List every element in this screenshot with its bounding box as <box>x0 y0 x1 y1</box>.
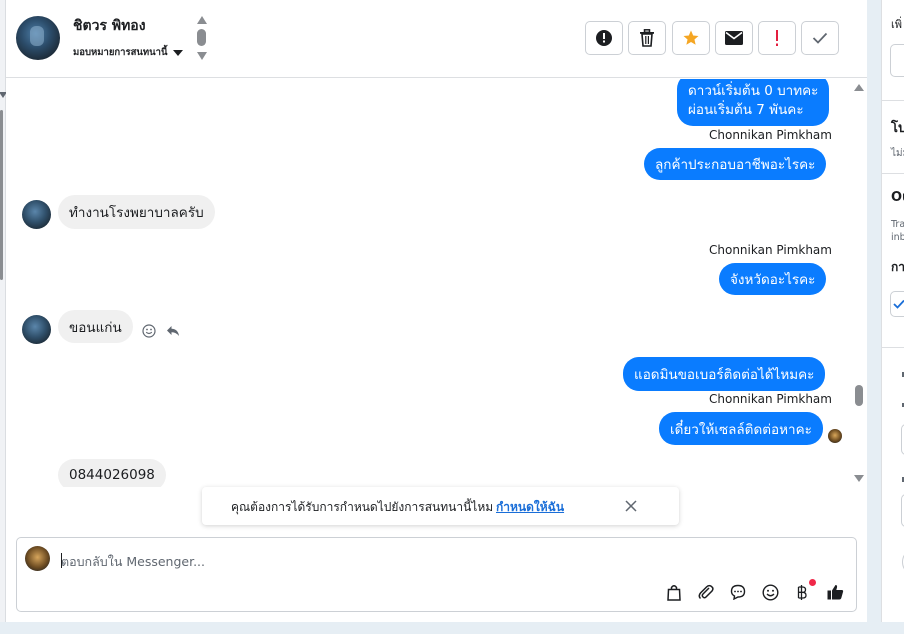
mark-unread-button[interactable] <box>715 21 753 55</box>
star-button[interactable] <box>672 21 710 55</box>
message-outgoing[interactable]: จังหวัดอะไรคะ <box>719 263 827 295</box>
conversation-panel: ชิตวร พิทอง มอบหมายการสนทนานี้ ดาวน์เริ่… <box>6 0 867 622</box>
option-checkbox[interactable] <box>890 291 904 317</box>
follow-up-button[interactable] <box>758 21 796 55</box>
emoji-icon <box>761 583 779 601</box>
section-title: กา <box>891 260 904 274</box>
scroll-up-arrow-icon[interactable] <box>854 84 864 91</box>
text-cursor <box>61 553 62 568</box>
envelope-icon <box>725 31 743 45</box>
contact-name[interactable]: ชิตวร พิทอง <box>73 15 146 37</box>
reply-input[interactable] <box>61 551 761 571</box>
spam-button[interactable] <box>585 21 623 55</box>
conversation-nav-arrows[interactable] <box>196 16 208 62</box>
add-label-text: เพิ่ <box>891 18 903 31</box>
message-incoming[interactable]: ขอนแก่น <box>58 310 133 343</box>
message-incoming[interactable]: 0844026098 <box>58 459 166 487</box>
paperclip-icon <box>698 584 714 600</box>
contact-avatar[interactable] <box>16 16 60 60</box>
caret-down-icon <box>172 49 183 56</box>
attach-button[interactable] <box>696 582 716 602</box>
emoji-reaction-icon[interactable] <box>142 324 156 338</box>
section-title: Ou <box>891 190 904 205</box>
message-actions <box>142 324 180 338</box>
saved-replies-button[interactable] <box>728 582 748 602</box>
section-subtext: Tra <box>891 219 904 230</box>
seen-receipt-avatar <box>828 429 842 443</box>
like-button[interactable] <box>825 582 845 602</box>
divider <box>882 173 904 174</box>
message-text: ดาวน์เริ่มต้น 0 บาทคะ <box>688 82 819 99</box>
section-subtext: ไม่ม <box>891 148 904 159</box>
divider <box>882 100 904 101</box>
emoji-button[interactable] <box>760 582 780 602</box>
mark-done-button[interactable] <box>801 21 839 55</box>
star-icon <box>683 30 699 45</box>
page-bottom-edge <box>0 622 904 634</box>
notification-dot <box>809 579 816 586</box>
section-subtext: inb <box>891 232 904 243</box>
message-outgoing[interactable]: เดี๋ยวให้เซลล์ติดต่อหาคะ <box>659 412 823 445</box>
message-incoming[interactable]: ทำงานโรงพยาบาลครับ <box>58 195 215 229</box>
scroll-down-arrow-icon[interactable] <box>854 475 864 482</box>
delete-button[interactable] <box>628 21 666 55</box>
close-icon[interactable] <box>624 499 638 513</box>
scrollbar-thumb[interactable] <box>855 385 863 406</box>
toast-text: คุณต้องการได้รับการกำหนดไปยังการสนทนานี้… <box>231 500 494 514</box>
payment-button[interactable] <box>792 582 812 602</box>
assign-label: มอบหมายการสนทนานี้ <box>73 47 168 58</box>
message-outgoing[interactable]: ลูกค้าประกอบอาชีพอะไรคะ <box>644 148 827 180</box>
reply-composer <box>16 537 857 612</box>
label-input[interactable] <box>890 44 904 77</box>
assign-prompt-toast: คุณต้องการได้รับการกำหนดไปยังการสนทนานี้… <box>202 487 679 525</box>
message-text: ผ่อนเริ่มต้น 7 พันคะ <box>688 101 804 118</box>
exclamation-icon <box>776 30 778 46</box>
trash-icon <box>640 29 654 47</box>
bag-icon <box>667 584 681 601</box>
message-scrollbar[interactable] <box>854 84 864 488</box>
message-thread[interactable]: ดาวน์เริ่มต้น 0 บาทคะ ผ่อนเริ่มต้น 7 พัน… <box>6 79 867 487</box>
divider <box>882 347 904 348</box>
nav-thumb[interactable] <box>197 29 206 46</box>
thumbs-up-icon <box>827 585 843 600</box>
contact-avatar-small <box>22 315 51 344</box>
reply-icon[interactable] <box>166 325 180 337</box>
alert-circle-icon <box>596 30 612 46</box>
check-icon <box>893 299 904 309</box>
message-outgoing[interactable]: ดาวน์เริ่มต้น 0 บาทคะ ผ่อนเริ่มต้น 7 พัน… <box>677 79 830 126</box>
contact-avatar-small <box>22 200 51 229</box>
section-title: โป <box>891 121 904 136</box>
message-outgoing[interactable]: แอดมินขอเบอร์ติดต่อได้ไหมคะ <box>623 357 826 391</box>
bag-button[interactable] <box>664 582 684 602</box>
assign-to-me-link[interactable]: กำหนดให้ฉัน <box>496 498 564 517</box>
sender-name: Chonnikan Pimkham <box>709 392 832 406</box>
arrow-up-icon[interactable] <box>197 16 207 24</box>
sender-name: Chonnikan Pimkham <box>709 128 832 142</box>
assign-conversation-dropdown[interactable]: มอบหมายการสนทนานี้ <box>73 45 183 60</box>
contact-details-panel: เพิ่ โป ไม่ม Ou Tra inb กา <box>881 0 904 622</box>
chat-bubble-icon <box>730 584 746 600</box>
conversation-header: ชิตวร พิทอง มอบหมายการสนทนานี้ <box>6 0 867 78</box>
my-avatar <box>25 546 50 571</box>
baht-icon <box>797 584 807 600</box>
left-scrollbar-thumb[interactable] <box>0 110 3 280</box>
check-icon <box>812 32 828 44</box>
sender-name: Chonnikan Pimkham <box>709 243 832 257</box>
arrow-down-icon[interactable] <box>197 52 207 60</box>
